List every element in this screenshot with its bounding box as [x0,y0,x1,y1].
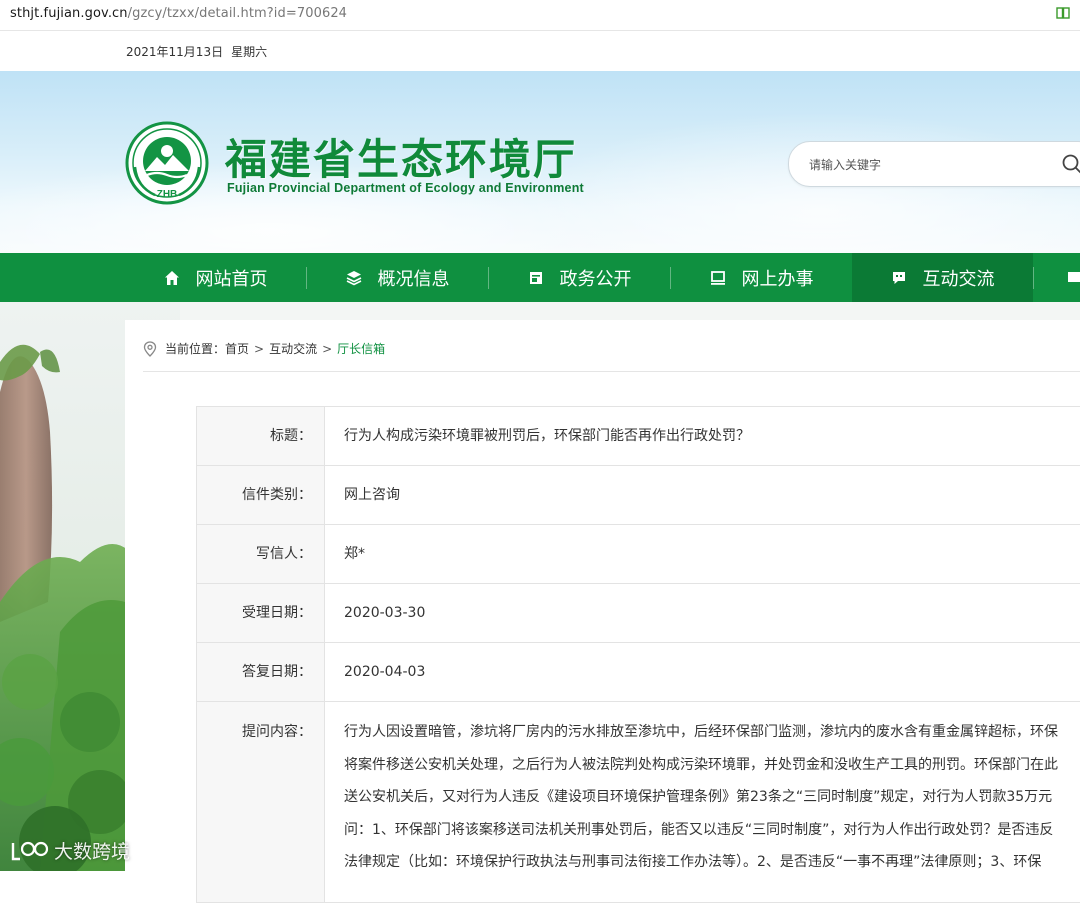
main-nav: 网站首页 概况信息 政务公开 网上办事 互动交流 [0,253,1080,302]
row-value: 网上咨询 [325,466,1080,524]
detail-row-received-date: 受理日期： 2020-03-30 [197,584,1080,643]
row-label: 答复日期： [197,643,325,701]
row-label: 标题： [197,407,325,465]
nav-item-overview[interactable]: 概况信息 [307,253,488,302]
nav-item-interaction[interactable]: 互动交流 [852,253,1033,302]
breadcrumb-divider [143,371,1080,372]
row-value: 郑* [325,525,1080,583]
row-value: 行为人构成污染环境罪被刑罚后，环保部门能否再作出行政处罚？ [325,407,1080,465]
site-banner: ZHB 福建省生态环境厅 Fujian Provincial Departmen… [0,71,1080,253]
nav-item-online-services[interactable]: 网上办事 [671,253,852,302]
letter-detail-table: 标题： 行为人构成污染环境罪被刑罚后，环保部门能否再作出行政处罚？ 信件类别： … [196,406,1080,903]
content-line: 将案件移送公安机关处理，之后行为人被法院判处构成污染环境罪，并处罚金和没收生产工… [344,749,1080,782]
breadcrumb-current[interactable]: 厅长信箱 [337,340,385,357]
site-title-en: Fujian Provincial Department of Ecology … [227,181,584,195]
detail-row-question-content: 提问内容： 行为人因设置暗管，渗坑将厂房内的污水排放至渗坑中，后经环保部门监测，… [197,702,1080,902]
breadcrumb-prefix: 当前位置： [165,340,225,357]
nav-next-item-icon[interactable] [1068,270,1080,284]
home-icon [164,270,180,286]
nav-label: 互动交流 [923,265,995,291]
watermark: 大数跨境 [10,837,130,864]
site-title-cn[interactable]: 福建省生态环境厅 [225,126,577,187]
detail-row-writer: 写信人： 郑* [197,525,1080,584]
row-value: 2020-04-03 [325,643,1080,701]
question-content: 行为人因设置暗管，渗坑将厂房内的污水排放至渗坑中，后经环保部门监测，渗坑内的废水… [325,702,1080,902]
layers-icon [346,270,362,286]
row-label: 受理日期： [197,584,325,642]
current-date: 2021年11月13日星期六 [126,43,275,60]
watermark-logo-icon [10,839,50,863]
detail-row-reply-date: 答复日期： 2020-04-03 [197,643,1080,702]
content-line: 送公安机关后，又对行为人违反《建设项目环境保护管理条例》第23条之“三同时制度”… [344,781,1080,814]
row-label: 提问内容： [197,702,325,902]
detail-row-title: 标题： 行为人构成污染环境罪被刑罚后，环保部门能否再作出行政处罚？ [197,407,1080,466]
content-line: 法律规定（比如：环境保护行政执法与刑事司法衔接工作办法等）。2、是否违反“一事不… [344,846,1080,879]
breadcrumb-separator: > [322,342,332,356]
emblem-text: ZHB [157,189,178,200]
content-line: 问：1、环保部门将该案移送司法机关刑事处罚后，能否又以违反“三同时制度”，对行为… [344,814,1080,847]
breadcrumb: 当前位置： 首页 > 互动交流 > 厅长信箱 [143,340,385,357]
search-box [788,141,1080,187]
url-path: /gzcy/tzxx/detail.htm?id=700624 [128,6,347,21]
nav-label: 网站首页 [196,265,268,291]
nav-item-gov-affairs[interactable]: 政务公开 [489,253,670,302]
detail-row-category: 信件类别： 网上咨询 [197,466,1080,525]
reader-mode-icon[interactable] [1056,6,1070,20]
url-host: sthjt.fujian.gov.cn [10,6,128,21]
zhb-emblem-icon[interactable]: ZHB [125,121,209,205]
content-line: 行为人因设置暗管，渗坑将厂房内的污水排放至渗坑中，后经环保部门监测，渗坑内的废水… [344,716,1080,749]
browser-address-bar[interactable]: sthjt.fujian.gov.cn/gzcy/tzxx/detail.htm… [0,0,1080,31]
row-label: 写信人： [197,525,325,583]
row-value: 2020-03-30 [325,584,1080,642]
nav-label: 网上办事 [742,265,814,291]
nav-label: 政务公开 [560,265,632,291]
top-strip: 2021年11月13日星期六 [0,31,1080,71]
search-input[interactable] [807,154,1031,176]
row-label: 信件类别： [197,466,325,524]
date-text: 2021年11月13日 [126,45,223,59]
content-panel: 当前位置： 首页 > 互动交流 > 厅长信箱 标题： 行为人构成污染环境罪被刑罚… [125,320,1080,880]
breadcrumb-interaction[interactable]: 互动交流 [269,340,317,357]
breadcrumb-home[interactable]: 首页 [225,340,249,357]
nav-item-home[interactable]: 网站首页 [125,253,306,302]
search-icon[interactable] [1061,153,1080,175]
location-pin-icon [143,341,157,357]
chat-icon [891,270,907,286]
nav-divider [1033,267,1034,289]
document-icon [528,270,544,286]
breadcrumb-separator: > [254,342,264,356]
watermark-text: 大数跨境 [54,837,130,864]
weekday-text: 星期六 [231,45,267,59]
nav-label: 概况信息 [378,265,450,291]
address-url[interactable]: sthjt.fujian.gov.cn/gzcy/tzxx/detail.htm… [10,6,347,21]
monitor-icon [710,270,726,286]
